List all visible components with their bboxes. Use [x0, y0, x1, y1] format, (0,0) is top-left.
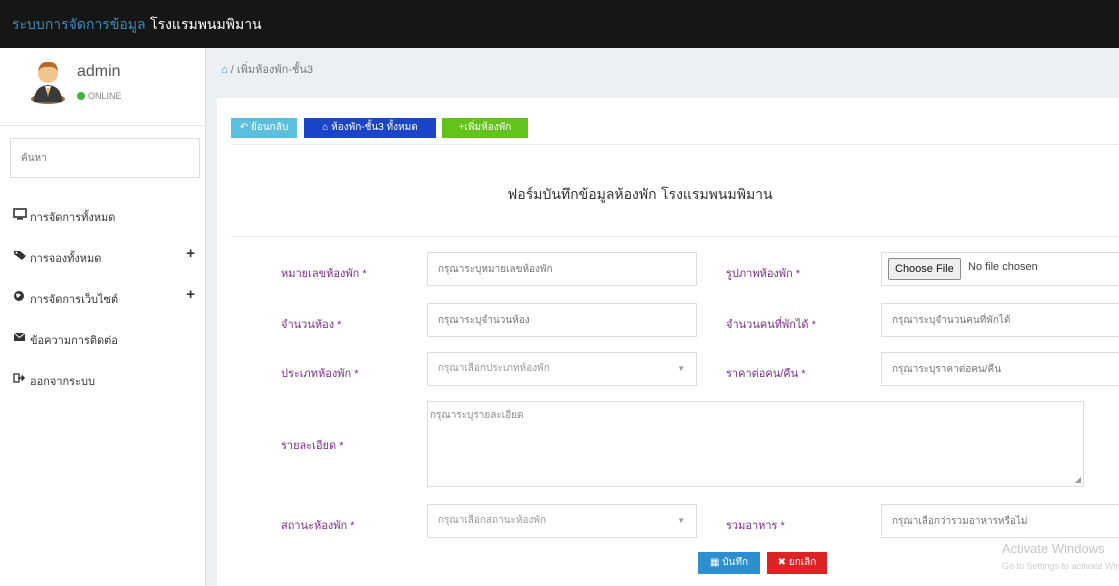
price-label: ราคาต่อคน/คืน *	[726, 368, 806, 380]
room-count-input[interactable]	[427, 303, 697, 337]
room-count-label: จำนวนห้อง *	[281, 319, 342, 331]
sidebar: admin ONLINE การจัดการทั้งหมด การจองทั้ง…	[0, 48, 206, 586]
user-name: admin	[77, 63, 121, 80]
room-type-select[interactable]: กรุณาเลือกประเภทห้องพัก ▼	[427, 352, 697, 386]
user-avatar-icon	[31, 61, 65, 104]
sidebar-item-all-management[interactable]: การจัดการทั้งหมด	[0, 200, 206, 230]
room-image-file-input[interactable]: Choose File No file chosen	[881, 252, 1119, 286]
save-button[interactable]: ▦ บันทึก	[698, 552, 760, 574]
file-status-text: No file chosen	[968, 261, 1038, 273]
meals-input[interactable]	[881, 504, 1119, 538]
form-title: ฟอร์มบันทึกข้อมูลห้องพัก โรงแรมพนมพิมาน	[507, 187, 773, 203]
chevron-down-icon: ▼	[677, 516, 685, 525]
online-dot-icon	[77, 92, 85, 100]
room-image-label: รูปภาพห้องพัก *	[726, 268, 801, 280]
price-input[interactable]	[881, 352, 1119, 386]
back-button-label: ย้อนกลับ	[250, 122, 289, 133]
content-card: ↶ ย้อนกลับ ⌂ ห้องพัก-ชั้น3 ทั้งหมด +เพิ่…	[217, 98, 1119, 586]
reply-icon: ↶	[239, 122, 249, 133]
activate-windows-subtitle: Go to Settings to activate Windows.	[1002, 561, 1119, 571]
sidebar-item-bookings[interactable]: การจองทั้งหมด +	[0, 241, 206, 271]
all-rooms-button[interactable]: ⌂ ห้องพัก-ชั้น3 ทั้งหมด	[304, 118, 436, 138]
choose-file-button[interactable]: Choose File	[888, 258, 961, 280]
breadcrumb: ⌂ / เพิ่มห้องพัก-ชั้น3	[221, 60, 313, 78]
sidebar-item-messages[interactable]: ข้อความการติดต่อ	[0, 323, 206, 353]
guests-label: จำนวนคนที่พักได้ *	[726, 319, 816, 331]
room-number-input[interactable]	[427, 252, 697, 286]
cancel-button-label: ยกเลิก	[788, 557, 817, 568]
home-icon: ⌂	[322, 122, 329, 133]
app-brand[interactable]: ระบบการจัดการข้อมูล โรงแรมพนมพิมาน	[12, 14, 262, 36]
expand-plus-icon[interactable]: +	[186, 245, 195, 262]
globe-icon	[13, 290, 27, 302]
meals-label: รวมอาหาร *	[726, 520, 785, 532]
sidebar-item-label: ออกจากระบบ	[30, 376, 95, 388]
guests-input[interactable]	[881, 303, 1119, 337]
divider	[231, 236, 1119, 237]
breadcrumb-separator: /	[230, 64, 234, 76]
room-status-select-value: กรุณาเลือกสถานะห้องพัก	[438, 515, 547, 526]
floppy-disk-icon: ▦	[709, 557, 720, 568]
top-navbar: ระบบการจัดการข้อมูล โรงแรมพนมพิมาน	[0, 0, 1119, 48]
back-button[interactable]: ↶ ย้อนกลับ	[231, 118, 297, 138]
room-status-select[interactable]: กรุณาเลือกสถานะห้องพัก ▼	[427, 504, 697, 538]
monitor-icon	[13, 208, 27, 220]
room-number-label: หมายเลขห้องพัก *	[281, 268, 367, 280]
sidebar-item-label: การจัดการทั้งหมด	[30, 212, 116, 224]
activate-windows-title: Activate Windows	[1002, 541, 1105, 556]
details-placeholder: กรุณาระบุรายละเอียด	[430, 410, 524, 421]
sidebar-item-logout[interactable]: ออกจากระบบ	[0, 364, 206, 394]
sidebar-item-label: การจัดการเว็บไซต์	[30, 294, 119, 306]
divider	[231, 144, 1119, 145]
add-room-button[interactable]: +เพิ่มห้องพัก	[442, 118, 528, 138]
user-panel: admin ONLINE	[0, 48, 206, 126]
user-status: ONLINE	[77, 91, 122, 101]
room-type-label: ประเภทห้องพัก *	[281, 368, 359, 380]
expand-plus-icon[interactable]: +	[186, 286, 195, 303]
details-label: รายละเอียด *	[281, 440, 344, 452]
resize-grip-icon[interactable]: ◢	[1075, 475, 1081, 484]
envelope-icon	[13, 331, 27, 343]
app-window: ระบบการจัดการข้อมูล โรงแรมพนมพิมาน admin…	[0, 0, 1119, 586]
brand-system-name: ระบบการจัดการข้อมูล	[12, 17, 146, 33]
close-icon: ✖	[777, 557, 787, 568]
all-rooms-button-label: ห้องพัก-ชั้น3 ทั้งหมด	[331, 122, 418, 133]
sidebar-search-input[interactable]	[10, 138, 200, 178]
room-status-label: สถานะห้องพัก *	[281, 520, 355, 532]
home-icon[interactable]: ⌂	[221, 64, 228, 76]
tag-icon	[13, 249, 27, 261]
breadcrumb-current: เพิ่มห้องพัก-ชั้น3	[236, 64, 314, 76]
cancel-button[interactable]: ✖ ยกเลิก	[767, 552, 827, 574]
room-type-select-value: กรุณาเลือกประเภทห้องพัก	[438, 363, 550, 374]
user-status-text: ONLINE	[88, 91, 122, 101]
sidebar-item-website[interactable]: การจัดการเว็บไซต์ +	[0, 282, 206, 312]
details-textarea[interactable]: กรุณาระบุรายละเอียด ◢	[427, 401, 1084, 487]
chevron-down-icon: ▼	[677, 364, 685, 373]
sidebar-item-label: ข้อความการติดต่อ	[30, 335, 118, 347]
save-button-label: บันทึก	[722, 557, 749, 568]
sign-out-icon	[13, 372, 27, 384]
add-room-button-label: เพิ่มห้องพัก	[464, 122, 512, 133]
brand-hotel-name: โรงแรมพนมพิมาน	[145, 17, 262, 33]
sidebar-item-label: การจองทั้งหมด	[30, 253, 102, 265]
